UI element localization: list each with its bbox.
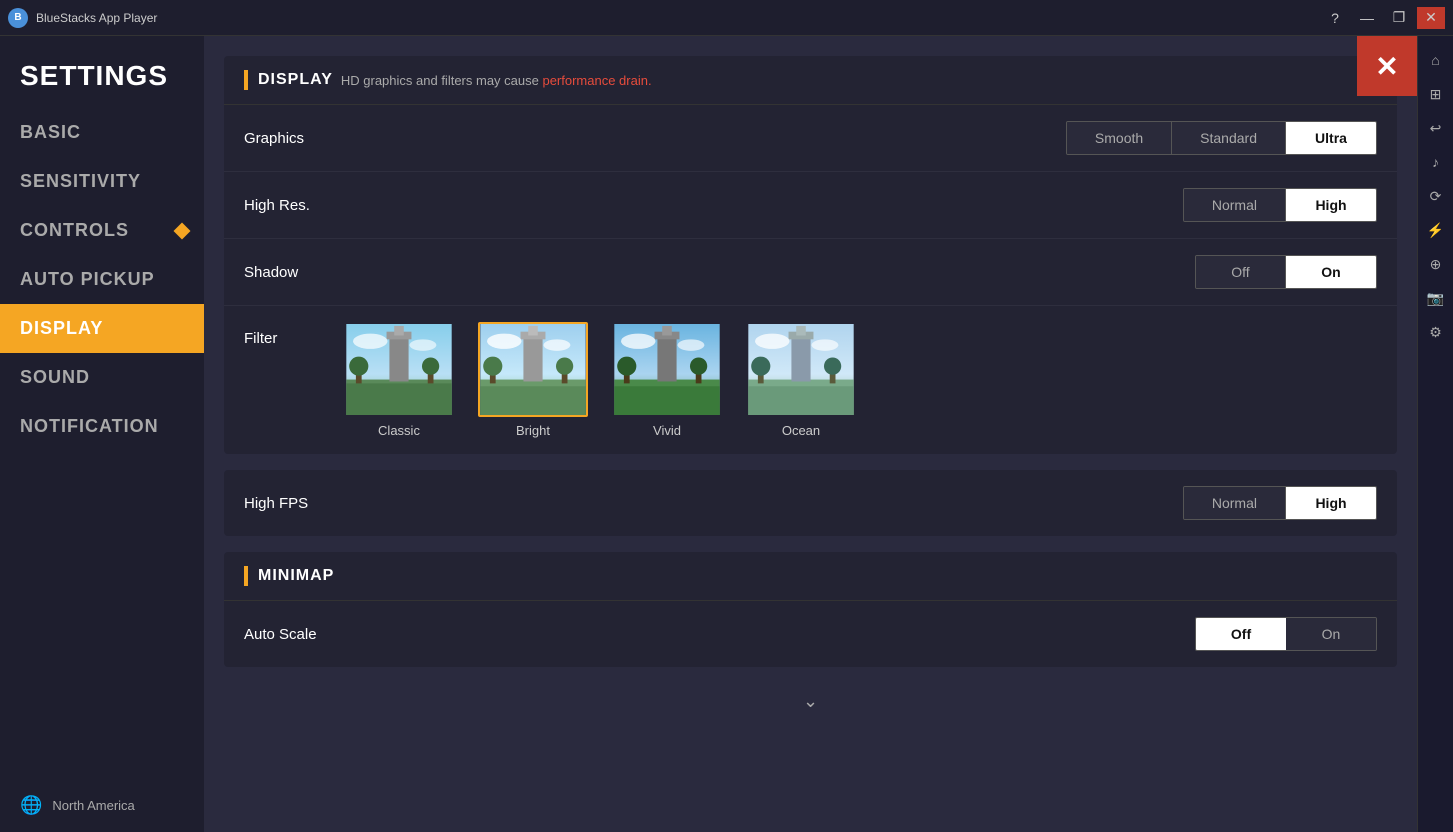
highres-label: High Res.	[244, 197, 1183, 214]
window-controls: ? — ❐ ✕	[1321, 7, 1445, 29]
sidebar-item-sound[interactable]: SOUND	[0, 353, 204, 402]
highres-btn-group: Normal High	[1183, 188, 1377, 222]
filter-ocean-item[interactable]: Ocean	[746, 322, 856, 438]
minimap-section-bar-icon	[244, 566, 248, 586]
highfps-btn-group: Normal High	[1183, 486, 1377, 520]
filter-classic-thumb	[344, 322, 454, 417]
filter-vivid-name: Vivid	[653, 423, 681, 438]
content-area: DISPLAY HD graphics and filters may caus…	[204, 36, 1417, 832]
sidebar-title: SETTINGS	[0, 36, 204, 108]
right-panel: ✕ DISPLAY HD graphics and filters may ca…	[204, 36, 1453, 832]
minimap-section: MINIMAP Auto Scale Off On	[224, 552, 1397, 667]
right-icon-shake[interactable]: ⚡	[1420, 214, 1452, 246]
highfps-section: High FPS Normal High	[224, 470, 1397, 536]
graphics-btn-group: Smooth Standard Ultra	[1066, 121, 1377, 155]
section-bar-icon	[244, 70, 248, 90]
filter-ocean-thumb	[746, 322, 856, 417]
right-icon-grid[interactable]: ⊞	[1420, 78, 1452, 110]
graphics-row: Graphics Smooth Standard Ultra	[224, 105, 1397, 172]
minimap-section-header: MINIMAP	[224, 552, 1397, 601]
display-section: DISPLAY HD graphics and filters may caus…	[224, 56, 1397, 454]
autoscale-off-btn[interactable]: Off	[1196, 618, 1286, 650]
minimize-button[interactable]: —	[1353, 7, 1381, 29]
minimap-section-title: MINIMAP	[258, 567, 334, 585]
autoscale-label: Auto Scale	[244, 626, 1195, 643]
highres-high-btn[interactable]: High	[1286, 189, 1376, 221]
restore-button[interactable]: ❐	[1385, 7, 1413, 29]
close-panel-button[interactable]: ✕	[1357, 36, 1417, 96]
graphics-label: Graphics	[244, 130, 1066, 147]
filter-row: Filter	[224, 306, 1397, 454]
sidebar-item-display-label: DISPLAY	[20, 318, 103, 339]
sidebar-item-sensitivity[interactable]: SENSITIVITY	[0, 157, 204, 206]
globe-icon: 🌐	[20, 795, 42, 816]
shadow-label: Shadow	[244, 264, 1195, 281]
display-section-header: DISPLAY HD graphics and filters may caus…	[224, 56, 1397, 105]
highfps-row: High FPS Normal High	[224, 470, 1397, 536]
highfps-normal-btn[interactable]: Normal	[1184, 487, 1286, 519]
graphics-standard-btn[interactable]: Standard	[1172, 122, 1286, 154]
scroll-down-indicator: ⌄	[224, 683, 1397, 720]
close-button[interactable]: ✕	[1417, 7, 1445, 29]
right-icon-back[interactable]: ↩	[1420, 112, 1452, 144]
main-layout: SETTINGS BASIC SENSITIVITY CONTROLS AUTO…	[0, 36, 1453, 832]
sidebar-item-controls[interactable]: CONTROLS	[0, 206, 204, 255]
filter-bright-item[interactable]: Bright	[478, 322, 588, 438]
title-bar: B BlueStacks App Player ? — ❐ ✕	[0, 0, 1453, 36]
autoscale-row: Auto Scale Off On	[224, 601, 1397, 667]
sidebar-footer: 🌐 North America	[0, 779, 204, 832]
highfps-label: High FPS	[244, 495, 1183, 512]
autoscale-on-btn[interactable]: On	[1286, 618, 1376, 650]
filter-bright-thumb	[478, 322, 588, 417]
highfps-high-btn[interactable]: High	[1286, 487, 1376, 519]
highres-row: High Res. Normal High	[224, 172, 1397, 239]
app-logo: B	[8, 8, 28, 28]
highres-normal-btn[interactable]: Normal	[1184, 189, 1286, 221]
sidebar-item-basic-label: BASIC	[20, 122, 81, 143]
filter-options: Classic	[344, 322, 856, 438]
filter-ocean-name: Ocean	[782, 423, 820, 438]
autoscale-btn-group: Off On	[1195, 617, 1377, 651]
right-icon-volume[interactable]: ♪	[1420, 146, 1452, 178]
display-section-title: DISPLAY	[258, 71, 333, 89]
sidebar-item-autopickup-label: AUTO PICKUP	[20, 269, 155, 290]
filter-label: Filter	[244, 322, 324, 347]
sidebar-item-sound-label: SOUND	[20, 367, 90, 388]
sidebar-item-controls-label: CONTROLS	[20, 220, 129, 241]
sidebar-item-notification-label: NOTIFICATION	[20, 416, 159, 437]
graphics-ultra-btn[interactable]: Ultra	[1286, 122, 1376, 154]
sidebar-item-notification[interactable]: NOTIFICATION	[0, 402, 204, 451]
right-icon-zoom[interactable]: ⊕	[1420, 248, 1452, 280]
filter-classic-name: Classic	[378, 423, 420, 438]
sidebar: SETTINGS BASIC SENSITIVITY CONTROLS AUTO…	[0, 36, 204, 832]
shadow-row: Shadow Off On	[224, 239, 1397, 306]
app-name: BlueStacks App Player	[36, 11, 1313, 25]
right-icon-home[interactable]: ⌂	[1420, 44, 1452, 76]
right-icon-rotate[interactable]: ⟳	[1420, 180, 1452, 212]
filter-bright-name: Bright	[516, 423, 550, 438]
shadow-on-btn[interactable]: On	[1286, 256, 1376, 288]
help-button[interactable]: ?	[1321, 7, 1349, 29]
display-warning-text: performance drain.	[542, 73, 651, 88]
filter-classic-item[interactable]: Classic	[344, 322, 454, 438]
controls-diamond-icon	[174, 222, 191, 239]
shadow-btn-group: Off On	[1195, 255, 1377, 289]
sidebar-item-sensitivity-label: SENSITIVITY	[20, 171, 141, 192]
display-section-note: HD graphics and filters may cause perfor…	[341, 73, 652, 88]
right-icon-bar: ⌂ ⊞ ↩ ♪ ⟳ ⚡ ⊕ 📷 ⚙	[1417, 36, 1453, 832]
filter-vivid-thumb	[612, 322, 722, 417]
sidebar-item-display[interactable]: DISPLAY	[0, 304, 204, 353]
filter-vivid-item[interactable]: Vivid	[612, 322, 722, 438]
right-icon-settings2[interactable]: ⚙	[1420, 316, 1452, 348]
region-label: North America	[52, 798, 134, 813]
shadow-off-btn[interactable]: Off	[1196, 256, 1286, 288]
sidebar-item-basic[interactable]: BASIC	[0, 108, 204, 157]
sidebar-item-autopickup[interactable]: AUTO PICKUP	[0, 255, 204, 304]
graphics-smooth-btn[interactable]: Smooth	[1067, 122, 1172, 154]
right-icon-camera[interactable]: 📷	[1420, 282, 1452, 314]
